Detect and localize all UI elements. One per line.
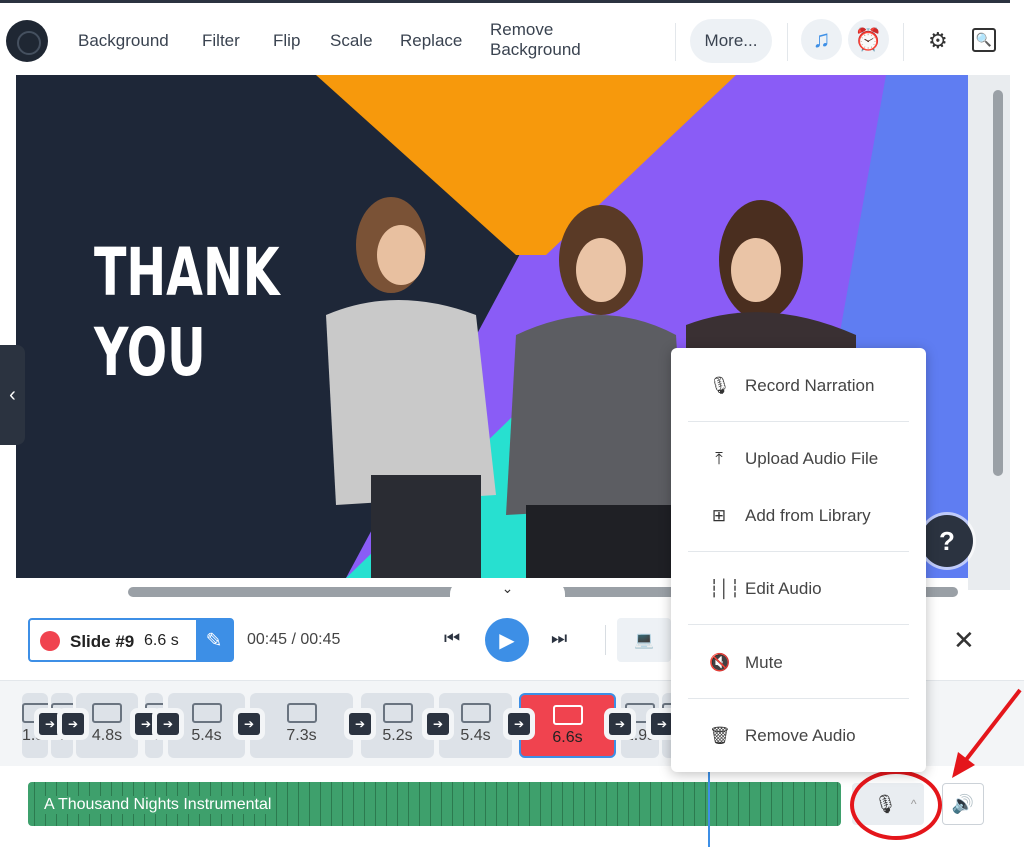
- slide-label: Slide #9: [70, 632, 135, 651]
- skip-back-icon[interactable]: ⏮: [444, 628, 460, 649]
- replace-button[interactable]: Replace: [400, 31, 462, 51]
- top-toolbar: Background Filter Flip Scale Replace Rem…: [0, 0, 1010, 75]
- upload-icon: ⤒: [715, 449, 723, 468]
- scale-button[interactable]: Scale: [330, 31, 373, 51]
- transition-icon[interactable]: ➔: [609, 713, 631, 735]
- divider: [903, 23, 904, 61]
- transition-icon[interactable]: ➔: [651, 713, 673, 735]
- scroll-track: [968, 75, 1010, 590]
- remove-background-button[interactable]: Remove Background: [490, 20, 600, 60]
- skip-forward-icon[interactable]: ⏭: [551, 628, 567, 649]
- laptop-icon[interactable]: 💻: [617, 618, 671, 662]
- audio-track-name: A Thousand Nights Instrumental: [44, 796, 276, 814]
- collapse-chevron-icon[interactable]: ⌄: [450, 580, 565, 604]
- current-slide-indicator[interactable]: Slide #9 6.6 s ✎: [28, 618, 234, 662]
- record-dot-icon: [40, 631, 60, 651]
- zoom-add-icon[interactable]: 🔍: [972, 28, 996, 52]
- playhead[interactable]: [708, 770, 710, 847]
- mute-item[interactable]: 🔇 Mute: [709, 653, 783, 673]
- timeline-slide[interactable]: 5.2s: [361, 693, 434, 758]
- divider: [675, 23, 676, 61]
- transition-icon[interactable]: ➔: [39, 713, 61, 735]
- slide-title-line: YOU: [94, 314, 206, 391]
- timeline-slide[interactable]: 7.3s: [250, 693, 353, 758]
- timeline-slide[interactable]: 4.8s: [76, 693, 138, 758]
- transition-icon[interactable]: ➔: [349, 713, 371, 735]
- divider: [605, 625, 606, 655]
- transition-icon[interactable]: ➔: [238, 713, 260, 735]
- remove-audio-item[interactable]: 🗑 Remove Audio: [709, 726, 856, 746]
- volume-button[interactable]: 🔊: [942, 783, 984, 825]
- slide-title[interactable]: THANK YOU: [94, 233, 280, 393]
- slide-duration: 6.6 s: [144, 632, 179, 649]
- waveform-icon: ┆│┆: [709, 579, 741, 598]
- transition-icon[interactable]: ➔: [135, 713, 157, 735]
- edit-audio-item[interactable]: ┆│┆ Edit Audio: [709, 579, 822, 599]
- alarm-clock-icon[interactable]: ⏰: [848, 19, 889, 60]
- slide-icon: [460, 703, 491, 723]
- slide-icon: [286, 703, 317, 723]
- audio-menu: 🎙 Record Narration ⤒ Upload Audio File ⊞ Ad…: [671, 348, 926, 772]
- slide-icon: [382, 703, 413, 723]
- timeline-slide[interactable]: 5.4s: [439, 693, 512, 758]
- timeline-slide[interactable]: 5.4s: [168, 693, 245, 758]
- collapse-left-panel-button[interactable]: ‹: [0, 345, 25, 445]
- annotation-circle: [850, 770, 942, 840]
- slide-title-line: THANK: [94, 234, 280, 311]
- music-note-icon[interactable]: ♫: [801, 19, 842, 60]
- more-button[interactable]: More...: [690, 19, 772, 63]
- transition-icon[interactable]: ➔: [427, 713, 449, 735]
- timeline-slide-active[interactable]: 6.6s: [519, 693, 616, 758]
- slide-icon: [191, 703, 222, 723]
- flip-button[interactable]: Flip: [273, 31, 300, 51]
- transition-icon[interactable]: ➔: [508, 713, 530, 735]
- upload-audio-item[interactable]: ⤒ Upload Audio File: [709, 449, 878, 469]
- slide-icon: [92, 703, 122, 723]
- slide-icon: [552, 705, 583, 725]
- transition-icon[interactable]: ➔: [62, 713, 84, 735]
- add-from-library-item[interactable]: ⊞ Add from Library: [709, 506, 871, 526]
- background-button[interactable]: Background: [78, 31, 169, 51]
- mute-icon: 🔇: [709, 653, 731, 672]
- record-narration-item[interactable]: 🎙 Record Narration: [709, 376, 874, 396]
- pencil-icon[interactable]: ✎: [196, 620, 232, 660]
- menu-divider: [688, 624, 909, 625]
- menu-divider: [688, 551, 909, 552]
- help-button[interactable]: ?: [921, 515, 973, 567]
- menu-divider: [688, 421, 909, 422]
- trash-icon: 🗑: [709, 726, 731, 745]
- menu-divider: [688, 698, 909, 699]
- playback-time: 00:45 / 00:45: [247, 631, 341, 648]
- audio-track[interactable]: A Thousand Nights Instrumental: [28, 782, 841, 826]
- microphone-icon: 🎙: [709, 376, 731, 395]
- vertical-scrollbar[interactable]: [993, 90, 1003, 476]
- speaker-icon: 🔊: [951, 793, 975, 814]
- play-button[interactable]: ▶: [485, 618, 529, 662]
- transition-icon[interactable]: ➔: [157, 713, 179, 735]
- filter-button[interactable]: Filter: [202, 31, 240, 51]
- close-icon[interactable]: ✕: [953, 625, 975, 656]
- library-add-icon: ⊞: [711, 506, 727, 525]
- app-logo[interactable]: [6, 20, 48, 62]
- gear-icon[interactable]: ⚙: [928, 28, 948, 54]
- divider: [787, 23, 788, 61]
